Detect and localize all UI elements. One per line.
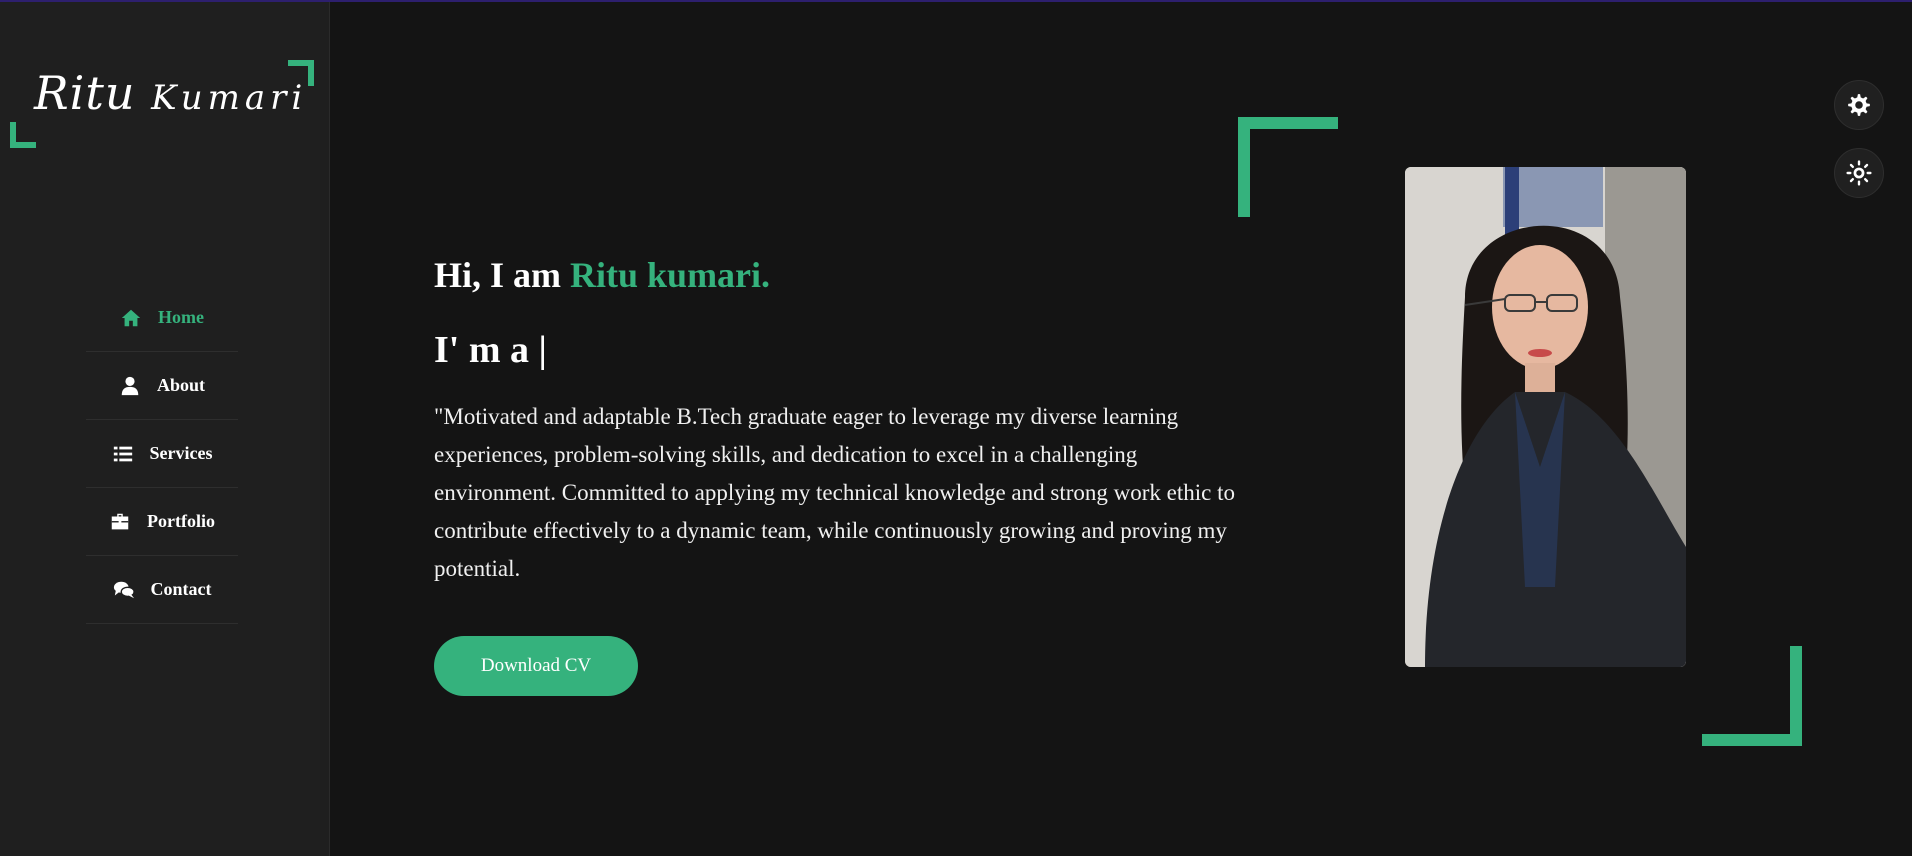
nav-item-contact[interactable]: Contact	[86, 556, 238, 624]
nav-label-contact: Contact	[150, 579, 212, 599]
nav-item-portfolio[interactable]: Portfolio	[86, 488, 238, 556]
typing-text: I' m a |	[434, 329, 547, 371]
nav-item-about[interactable]: About	[86, 352, 238, 420]
theme-toggle-button[interactable]	[1834, 148, 1884, 198]
photo-frame-bottom-right	[1702, 646, 1802, 746]
bio-paragraph: "Motivated and adaptable B.Tech graduate…	[434, 404, 1236, 581]
nav-label-about: About	[156, 375, 205, 395]
nav-item-home[interactable]: Home	[86, 284, 238, 352]
hero-greeting: Hi, I am Ritu kumari.	[434, 254, 770, 296]
logo-corner-bottom-left	[10, 122, 36, 148]
main-nav: Home About Services Portfolio Contact	[86, 284, 238, 624]
briefcase-icon	[111, 513, 129, 529]
comments-icon	[113, 581, 135, 598]
download-cv-button[interactable]: Download CV	[434, 636, 638, 696]
greeting-prefix: Hi, I am	[434, 255, 571, 295]
profile-photo	[1405, 167, 1686, 667]
profile-photo-illustration	[1405, 167, 1686, 667]
gear-icon	[1848, 94, 1870, 116]
sidebar: Ritu Kumari Home About Services Portfoli…	[0, 2, 330, 856]
logo-text: Ritu Kumari	[34, 66, 307, 120]
greeting-name: Ritu kumari.	[570, 255, 771, 295]
nav-label-portfolio: Portfolio	[147, 511, 215, 531]
home-icon	[121, 309, 141, 326]
nav-label-services: Services	[149, 443, 213, 463]
nav-label-home: Home	[158, 307, 204, 327]
sun-icon	[1846, 160, 1872, 186]
logo-first-name: Ritu	[34, 66, 136, 120]
list-icon	[113, 446, 132, 461]
settings-button[interactable]	[1834, 80, 1884, 130]
logo[interactable]: Ritu Kumari	[10, 60, 314, 148]
logo-last-name: Kumari	[151, 78, 308, 118]
user-icon	[121, 376, 139, 395]
photo-frame-top-left	[1238, 117, 1338, 217]
nav-item-services[interactable]: Services	[86, 420, 238, 488]
